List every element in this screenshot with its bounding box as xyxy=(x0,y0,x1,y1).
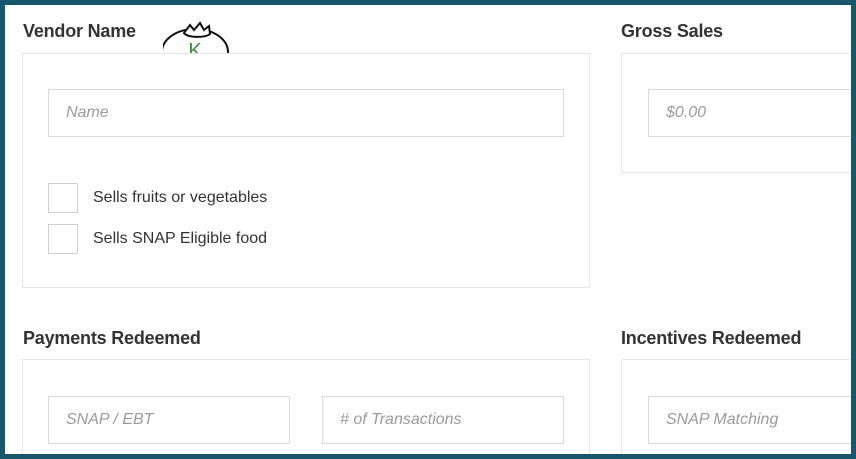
gross-sales-placeholder: $0.00 xyxy=(666,104,707,121)
form-frame: Vendor Name K Name Sells fruits or veget… xyxy=(0,0,856,459)
incentives-redeemed-label: Incentives Redeemed xyxy=(621,328,802,348)
transactions-placeholder: # of Transactions xyxy=(340,411,462,428)
vendor-name-placeholder: Name xyxy=(66,104,109,121)
gross-sales-label: Gross Sales xyxy=(621,21,723,41)
payments-redeemed-label: Payments Redeemed xyxy=(23,328,201,348)
vendor-name-label: Vendor Name xyxy=(23,21,136,41)
snap-eligible-checkbox[interactable] xyxy=(48,224,78,254)
snap-matching-placeholder: SNAP Matching xyxy=(666,411,779,428)
transactions-input[interactable]: # of Transactions xyxy=(322,396,564,444)
snap-ebt-input[interactable]: SNAP / EBT xyxy=(48,396,290,444)
snap-eligible-label: Sells SNAP Eligible food xyxy=(93,230,268,247)
fruits-vegetables-checkbox[interactable] xyxy=(48,183,78,213)
gross-sales-input[interactable]: $0.00 xyxy=(648,89,851,137)
fruits-vegetables-label: Sells fruits or vegetables xyxy=(93,189,268,206)
vendor-name-input[interactable]: Name xyxy=(48,89,564,137)
snap-ebt-placeholder: SNAP / EBT xyxy=(66,411,154,428)
snap-matching-input[interactable]: SNAP Matching xyxy=(648,396,851,444)
